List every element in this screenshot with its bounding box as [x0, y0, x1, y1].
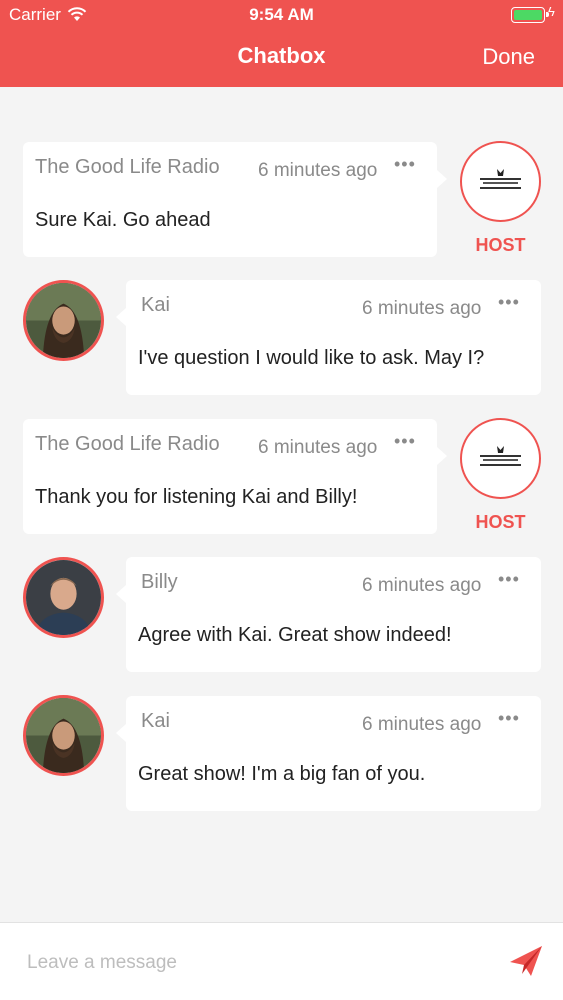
avatar[interactable] — [23, 695, 104, 776]
app-header: Carrier 9:54 AM ϟ Chatbox Done — [0, 0, 563, 87]
message-text: Sure Kai. Go ahead — [35, 209, 211, 231]
sender-name: Billy — [141, 571, 178, 593]
host-message-bubble: The Good Life Radio 6 minutes ago ••• Th… — [23, 419, 447, 534]
message-text: Great show! I'm a big fan of you. — [138, 763, 426, 785]
avatar[interactable] — [23, 557, 104, 638]
message-time: 6 minutes ago — [362, 714, 482, 735]
message-time: 6 minutes ago — [362, 575, 482, 596]
host-avatar[interactable] — [460, 141, 541, 222]
radio-logo-icon — [480, 169, 521, 189]
host-message-bubble: The Good Life Radio 6 minutes ago ••• Su… — [23, 142, 447, 257]
battery-icon — [511, 7, 549, 23]
sender-name: Kai — [141, 710, 170, 732]
user-message-bubble: Kai 6 minutes ago ••• I've question I wo… — [116, 280, 541, 395]
charging-icon: ϟ — [548, 4, 555, 19]
status-time: 9:54 AM — [249, 5, 314, 24]
message-time: 6 minutes ago — [258, 160, 378, 181]
more-icon[interactable]: ••• — [498, 708, 520, 729]
send-icon[interactable] — [509, 945, 543, 977]
sender-name: Kai — [141, 294, 170, 316]
user-message-bubble: Kai 6 minutes ago ••• Great show! I'm a … — [116, 696, 541, 811]
sender-name: The Good Life Radio — [35, 156, 220, 178]
avatar[interactable] — [23, 280, 104, 361]
more-icon[interactable]: ••• — [498, 569, 520, 590]
more-icon[interactable]: ••• — [394, 154, 416, 175]
more-icon[interactable]: ••• — [498, 292, 520, 313]
done-button[interactable]: Done — [482, 44, 535, 70]
message-list: The Good Life Radio 6 minutes ago ••• Su… — [0, 87, 563, 922]
host-badge: HOST — [475, 512, 526, 532]
host-badge: HOST — [475, 235, 526, 255]
sender-name: The Good Life Radio — [35, 433, 220, 455]
message-composer — [0, 922, 563, 1000]
message-input[interactable] — [27, 949, 487, 977]
user-message-bubble: Billy 6 minutes ago ••• Agree with Kai. … — [116, 557, 541, 672]
more-icon[interactable]: ••• — [394, 431, 416, 452]
message-time: 6 minutes ago — [362, 298, 482, 319]
message-text: Thank you for listening Kai and Billy! — [35, 486, 358, 508]
message-time: 6 minutes ago — [258, 437, 378, 458]
status-bar: Carrier 9:54 AM ϟ — [0, 0, 563, 30]
message-text: I've question I would like to ask. May I… — [138, 347, 485, 369]
host-avatar[interactable] — [460, 418, 541, 499]
page-title: Chatbox — [237, 43, 326, 68]
radio-logo-icon — [480, 446, 521, 466]
message-text: Agree with Kai. Great show indeed! — [138, 624, 452, 646]
